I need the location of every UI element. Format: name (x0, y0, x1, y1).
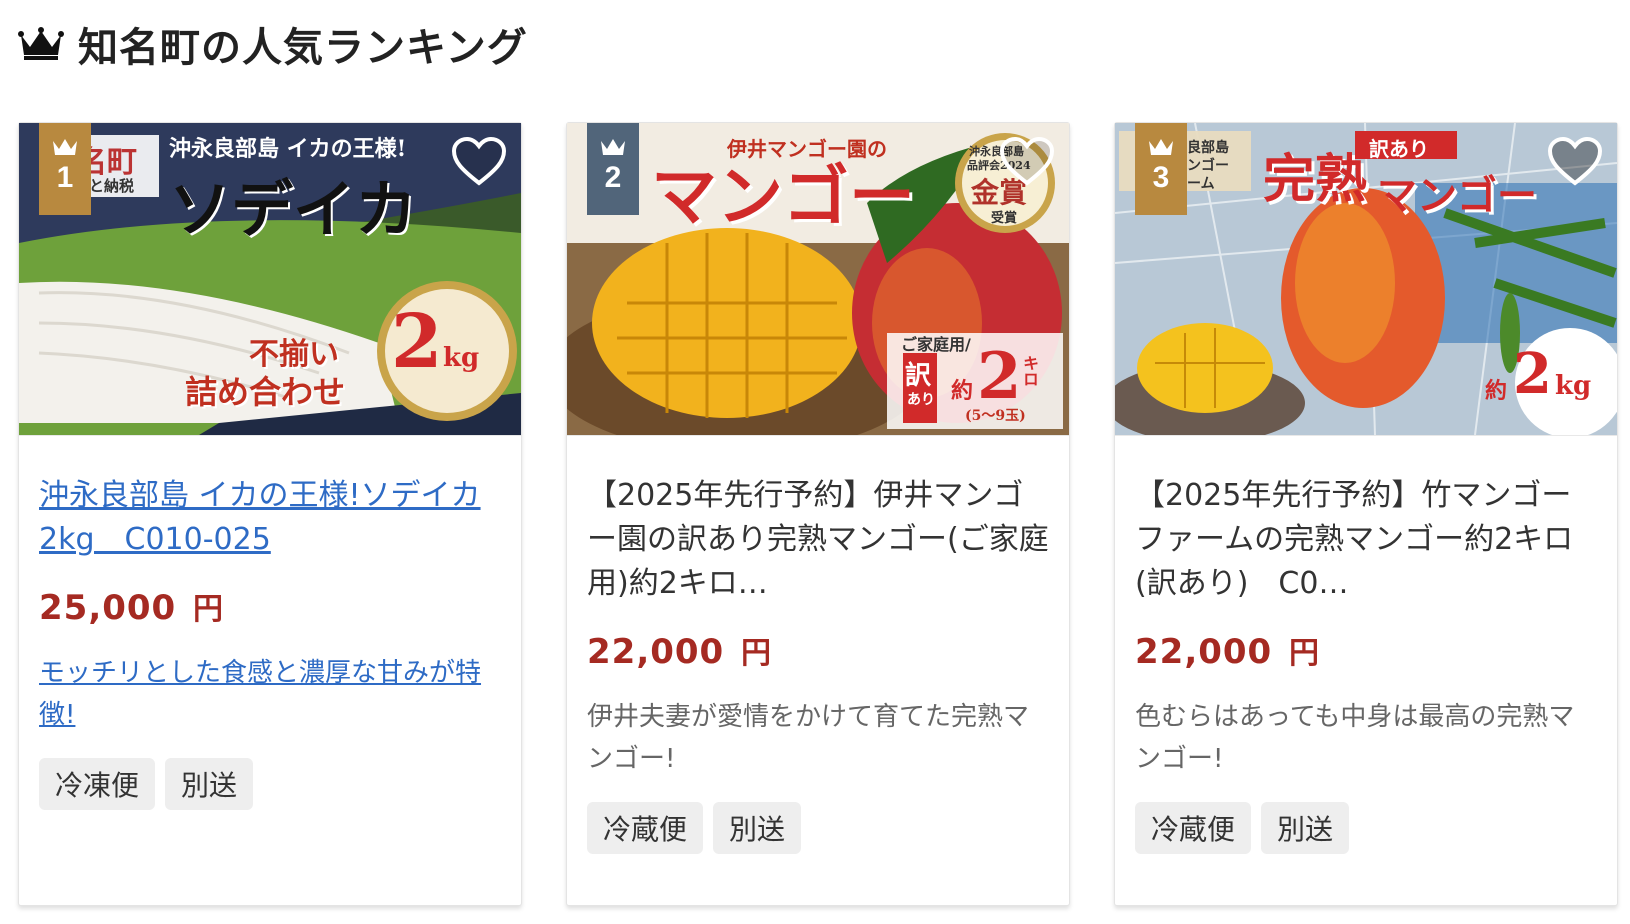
rank-number: 3 (1152, 161, 1170, 194)
heart-icon[interactable] (1547, 137, 1603, 187)
price: 22,000 円 (1135, 628, 1597, 672)
section-header: 知名町の人気ランキング (18, 14, 528, 74)
image-text: キロ (1020, 355, 1039, 387)
image-text: 受賞 (991, 211, 1018, 226)
ranking-card-1[interactable]: 名町 と納税 沖永良部島 イカの王様! ソデイカ 不揃い 詰め合わせ 2 kg … (18, 122, 522, 906)
image-text: 完熟 (1263, 149, 1368, 210)
ranking-card-3[interactable]: 良部島 ンゴー ーム 完熟 訳あり マンゴー 約 2 kg 3 【2025年先行… (1114, 122, 1618, 906)
rank-badge: 3 (1135, 123, 1187, 215)
tag-shipping: 冷蔵便 (1135, 802, 1252, 854)
product-description: 色むらはあっても中身は最高の完熟マンゴー! (1135, 702, 1575, 774)
product-image[interactable]: 名町 と納税 沖永良部島 イカの王様! ソデイカ 不揃い 詰め合わせ 2 kg … (19, 123, 521, 436)
product-description-link[interactable]: モッチリとした食感と濃厚な甘みが特徴! (39, 652, 501, 736)
image-text: マンゴー (1377, 172, 1537, 219)
rank-number: 1 (56, 161, 74, 194)
rank-badge: 1 (39, 123, 91, 215)
image-text: 訳あり (1369, 137, 1429, 161)
image-text: 訳 (905, 361, 932, 391)
ranking-card-2[interactable]: 伊井マンゴー園の マンゴー 沖永良部島 品評会2024 金賞 受賞 ご家庭用/ … (566, 122, 1070, 906)
price-unit: 円 (193, 592, 225, 627)
image-text: (5〜9玉) (965, 408, 1026, 424)
rank-badge: 2 (587, 123, 639, 215)
product-image[interactable]: 良部島 ンゴー ーム 完熟 訳あり マンゴー 約 2 kg 3 (1115, 123, 1617, 436)
price: 25,000 円 (39, 584, 501, 628)
tag-separate: 別送 (165, 758, 254, 810)
image-text: と納税 (89, 177, 135, 195)
page-title: 知名町の人気ランキング (78, 25, 528, 71)
tag-shipping: 冷蔵便 (587, 802, 704, 854)
image-text: ーム (1187, 176, 1215, 192)
heart-icon[interactable] (451, 137, 507, 187)
price-unit: 円 (1289, 636, 1321, 671)
image-text: 2 (1513, 341, 1552, 407)
image-text: 2 (391, 299, 443, 385)
image-text: 2 (977, 339, 1022, 414)
product-title-link[interactable]: 沖永良部島 イカの王様!ソデイカ2kg C010-025 (39, 474, 501, 562)
tag-shipping: 冷凍便 (39, 758, 156, 810)
product-image[interactable]: 伊井マンゴー園の マンゴー 沖永良部島 品評会2024 金賞 受賞 ご家庭用/ … (567, 123, 1069, 436)
product-title[interactable]: 【2025年先行予約】竹マンゴーファームの完熟マンゴー約2キロ(訳あり) C0… (1135, 474, 1597, 606)
product-title[interactable]: 【2025年先行予約】伊井マンゴー園の訳あり完熟マンゴー(ご家庭用)約2キロ… (587, 474, 1049, 606)
crown-icon (601, 139, 625, 155)
image-text: 良部島 (1187, 140, 1229, 156)
image-text: 約 (951, 378, 974, 404)
image-text: 詰め合わせ (185, 373, 346, 411)
price-value: 25,000 (39, 588, 177, 628)
product-description: 伊井夫妻が愛情をかけて育てた完熟マンゴー! (587, 702, 1030, 774)
heart-icon[interactable] (999, 137, 1055, 187)
image-text: ンゴー (1187, 158, 1229, 174)
image-text: kg (443, 343, 480, 373)
tag-list: 冷凍便 別送 (39, 758, 501, 810)
image-text: マンゴー (651, 157, 915, 235)
crown-icon (1149, 139, 1173, 155)
price: 22,000 円 (587, 628, 1049, 672)
crown-icon (53, 139, 77, 155)
image-text: 約 (1485, 378, 1508, 404)
price-value: 22,000 (587, 632, 725, 672)
image-text: kg (1555, 371, 1592, 401)
image-text: ソデイカ (169, 173, 418, 246)
rank-number: 2 (604, 161, 622, 194)
price-value: 22,000 (1135, 632, 1273, 672)
crown-icon (18, 27, 64, 60)
ranking-list: 名町 と納税 沖永良部島 イカの王様! ソデイカ 不揃い 詰め合わせ 2 kg … (18, 122, 1618, 906)
tag-list: 冷蔵便 別送 (1135, 802, 1597, 854)
image-text: あり (907, 392, 935, 408)
tag-separate: 別送 (1261, 802, 1350, 854)
tag-separate: 別送 (713, 802, 802, 854)
image-text: ご家庭用/ (901, 335, 971, 354)
tag-list: 冷蔵便 別送 (587, 802, 1049, 854)
price-unit: 円 (741, 636, 773, 671)
